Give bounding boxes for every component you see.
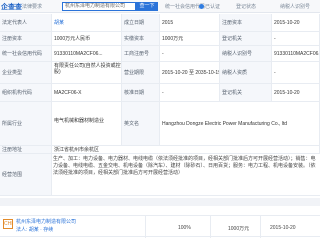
verified-label: 已认证 xyxy=(205,4,221,10)
company-sub-link[interactable]: 法人: 胡某 · 存续 xyxy=(16,226,53,233)
row-label: 法定代表人 xyxy=(0,14,52,31)
row-value: 2015-10-20 xyxy=(272,84,320,101)
business-scope-row: 经营范围 生产、加工：电力设备、电力器材、电线电缆（依法须经批准的项目，经相关部… xyxy=(0,154,320,196)
row-label: 核准日期 xyxy=(122,84,160,101)
table-row: 注册地址 浙江省杭州市余杭区 xyxy=(0,146,320,154)
column-divider xyxy=(260,216,261,238)
table-row: 统一社会信用代码 91330110MA2CF06... 工商注册号 - 纳税人识… xyxy=(0,46,320,62)
row-value[interactable]: 胡某 xyxy=(52,14,122,31)
row-label: 英文名 xyxy=(122,102,160,145)
column-divider xyxy=(145,216,146,238)
site-logo[interactable]: 企查查 xyxy=(1,2,22,12)
share-ratio: 100% xyxy=(178,225,191,231)
table-row: 企业类型 有限责任公司(自然人投资或控股) 营业期限 2015-10-20 至 … xyxy=(0,62,320,84)
row-value: - xyxy=(272,32,320,45)
row-value: - xyxy=(160,46,220,61)
row-label: 纳税人资质 xyxy=(220,62,272,83)
row-label: 实缴资本 xyxy=(122,32,160,45)
row-value: 91330110MA2CF06... xyxy=(272,46,320,61)
row-value: 2015-10-20 xyxy=(272,14,320,31)
column-header-4: 纳税人识别号 xyxy=(280,4,311,10)
row-label: 登记机关 xyxy=(220,84,272,101)
row-value: 1000万元 xyxy=(160,32,220,45)
row-value: 91330110MA2CF06... xyxy=(52,46,122,61)
share-date: 2015-10-20 xyxy=(270,225,296,231)
column-divider xyxy=(210,216,211,238)
row-label: 注册资本 xyxy=(220,14,272,31)
row-value: 浙江省杭州市余杭区 xyxy=(52,146,320,153)
table-row: 注册资本 1000万元人民币 实缴资本 1000万元 登记机关 - xyxy=(0,32,320,46)
row-label: 工商注册号 xyxy=(122,46,160,61)
row-label: 注册资本 xyxy=(0,32,52,45)
row-value: 2015 xyxy=(160,14,220,31)
row-label: 纳税人识别号 xyxy=(220,46,272,61)
table-row: 法定代表人 胡某 成立日期 2015 注册资本 2015-10-20 xyxy=(0,14,320,32)
company-name-link[interactable]: 杭州东泽电力制造有限公司 xyxy=(16,218,76,225)
company-logo: CHI xyxy=(3,219,13,229)
row-label: 组织机构代码 xyxy=(0,84,52,101)
row-value: Hangzhou Dongze Electric Power Manufactu… xyxy=(160,102,320,145)
row-value: 有限责任公司(自然人投资或控股) xyxy=(52,62,122,83)
row-label: 企业类型 xyxy=(0,62,52,83)
column-header-1: 法律要求 xyxy=(22,4,43,10)
row-label: 统一社会信用代码 xyxy=(0,46,52,61)
verified-icon xyxy=(199,4,204,9)
top-header: 企查查 杭州东泽电力制造有限公司 查一下 法律要求 统一社会信用代码 已认证 登… xyxy=(0,0,320,13)
table-row: 组织机构代码 MA2CF06-X 核准日期 - 登记机关 2015-10-20 xyxy=(0,84,320,102)
row-value: - xyxy=(160,84,220,101)
search-input[interactable]: 杭州东泽电力制造有限公司 xyxy=(62,2,136,11)
column-header-3: 登记状态 xyxy=(236,4,257,10)
row-value: 2015-10-20 至 2035-10-19 xyxy=(160,62,220,83)
row-label: 登记机关 xyxy=(220,32,272,45)
table-row: 所属行业 电气机械和器材制造业 英文名 Hangzhou Dongze Elec… xyxy=(0,102,320,146)
row-label: 成立日期 xyxy=(122,14,160,31)
row-label: 营业期限 xyxy=(122,62,160,83)
section-divider xyxy=(0,198,320,206)
row-value: 电气机械和器材制造业 xyxy=(52,102,122,145)
shareholder-row: CHI 杭州东泽电力制造有限公司 法人: 胡某 · 存续 100% 1000万元… xyxy=(0,215,320,238)
scope-label: 经营范围 xyxy=(0,154,52,195)
row-value: MA2CF06-X xyxy=(52,84,122,101)
row-label: 注册地址 xyxy=(0,146,52,153)
share-amount: 1000万元 xyxy=(228,226,250,232)
row-value: 1000万元人民币 xyxy=(52,32,122,45)
row-label: 所属行业 xyxy=(0,102,52,145)
row-value: - xyxy=(272,62,320,83)
scope-text: 生产、加工：电力设备、电力器材、电线电缆（依法须经批准的项目，经相关部门批准后方… xyxy=(53,156,316,176)
search-button[interactable]: 查一下 xyxy=(136,2,158,11)
